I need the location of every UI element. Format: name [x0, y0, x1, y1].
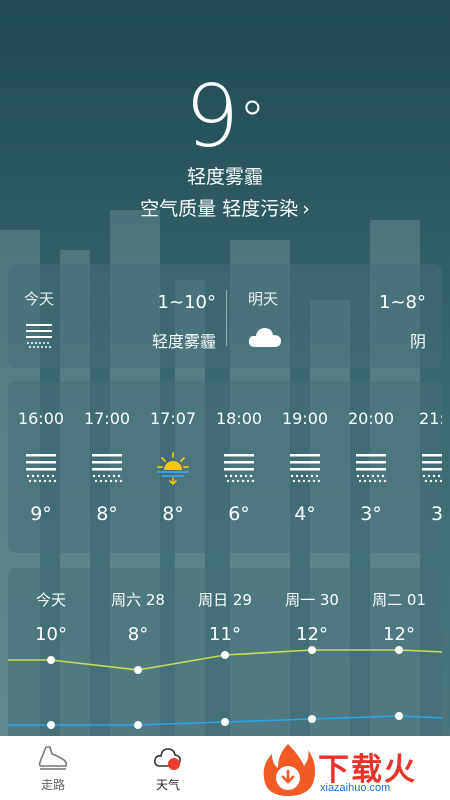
nav-walk-tab[interactable]: 走路 [18, 736, 88, 800]
tomorrow-desc: 阴 [409, 332, 426, 351]
low-temp-point [395, 712, 403, 720]
current-condition: 轻度雾霾 [186, 166, 263, 188]
hour-item[interactable]: 17:00 8° [76, 381, 138, 553]
hour-temp: 4° [294, 503, 316, 525]
high-temp-point [395, 646, 403, 654]
air-quality-text: 空气质量 轻度污染 [140, 198, 299, 220]
hour-time: 19:00 [281, 409, 329, 428]
watermark-url: xiazaihuo.com [320, 782, 391, 794]
hour-item[interactable]: 17:07 8° [142, 381, 204, 553]
hourly-forecast-card[interactable]: 16:00 9° 17:00 8° 17:07 8° 18:00 6° 19:0… [8, 381, 442, 553]
hour-time: 16:00 [17, 409, 65, 428]
tomorrow-range: 1~8° [379, 292, 426, 313]
high-temp-point [47, 656, 55, 664]
today-label: 今天 [24, 290, 55, 308]
today-range: 1~10° [157, 292, 216, 313]
hour-time: 21:0 [419, 409, 442, 428]
flame-logo-icon [263, 744, 316, 796]
nav-weather-label: 天气 [155, 778, 180, 792]
hour-item[interactable]: 19:00 4° [274, 381, 336, 553]
watermark-logo: 下载火 xiazaihuo.com [260, 742, 446, 798]
hour-item[interactable]: 20:00 3° [340, 381, 402, 553]
haze-icon [26, 324, 52, 348]
haze-icon [26, 454, 57, 483]
sunset-icon [157, 452, 189, 486]
high-temp-point [134, 666, 142, 674]
current-temperature: 9° [0, 72, 450, 162]
degree-symbol: ° [239, 91, 266, 151]
hour-temp: 6° [228, 503, 250, 525]
air-quality-link[interactable]: 空气质量 轻度污染 › [0, 194, 450, 221]
high-temp-point [308, 646, 316, 654]
hour-temp: 9° [30, 503, 52, 525]
hour-temp: 3 [430, 503, 442, 525]
haze-icon [92, 454, 123, 483]
haze-icon [356, 454, 387, 483]
haze-icon [422, 454, 442, 483]
weather-cloud-icon [154, 748, 181, 770]
low-temp-point [221, 718, 229, 726]
today-summary[interactable]: 今天 1~10° 轻度雾霾 [8, 264, 226, 368]
haze-icon [290, 454, 321, 483]
hour-temp: 8° [162, 503, 184, 525]
hour-temp: 8° [96, 503, 118, 525]
high-temp-point [221, 651, 229, 659]
hour-time: 20:00 [347, 409, 395, 428]
hour-temp: 3° [360, 503, 382, 525]
cloud-icon [248, 328, 281, 347]
tomorrow-label: 明天 [248, 290, 279, 308]
hour-time: 18:00 [215, 409, 263, 428]
hour-item[interactable]: 16:00 9° [10, 381, 72, 553]
hour-time: 17:00 [83, 409, 131, 428]
low-temp-point [134, 721, 142, 729]
today-tomorrow-card[interactable]: 今天 1~10° 轻度雾霾 明天 1~8° 阴 [8, 264, 442, 368]
shoe-icon [38, 746, 68, 770]
nav-weather-tab[interactable]: 天气 [133, 736, 203, 800]
hour-item[interactable]: 21:0 3 [406, 381, 442, 553]
hour-time: 17:07 [149, 409, 197, 428]
today-desc: 轻度雾霾 [151, 332, 216, 351]
hour-item[interactable]: 18:00 6° [208, 381, 270, 553]
haze-icon [224, 454, 255, 483]
chevron-right-icon: › [302, 198, 310, 220]
tomorrow-summary[interactable]: 明天 1~8° 阴 [226, 264, 442, 368]
low-temp-point [308, 715, 316, 723]
current-temp-value: 9 [184, 67, 240, 167]
nav-walk-label: 走路 [40, 778, 65, 792]
low-temp-point [47, 721, 55, 729]
